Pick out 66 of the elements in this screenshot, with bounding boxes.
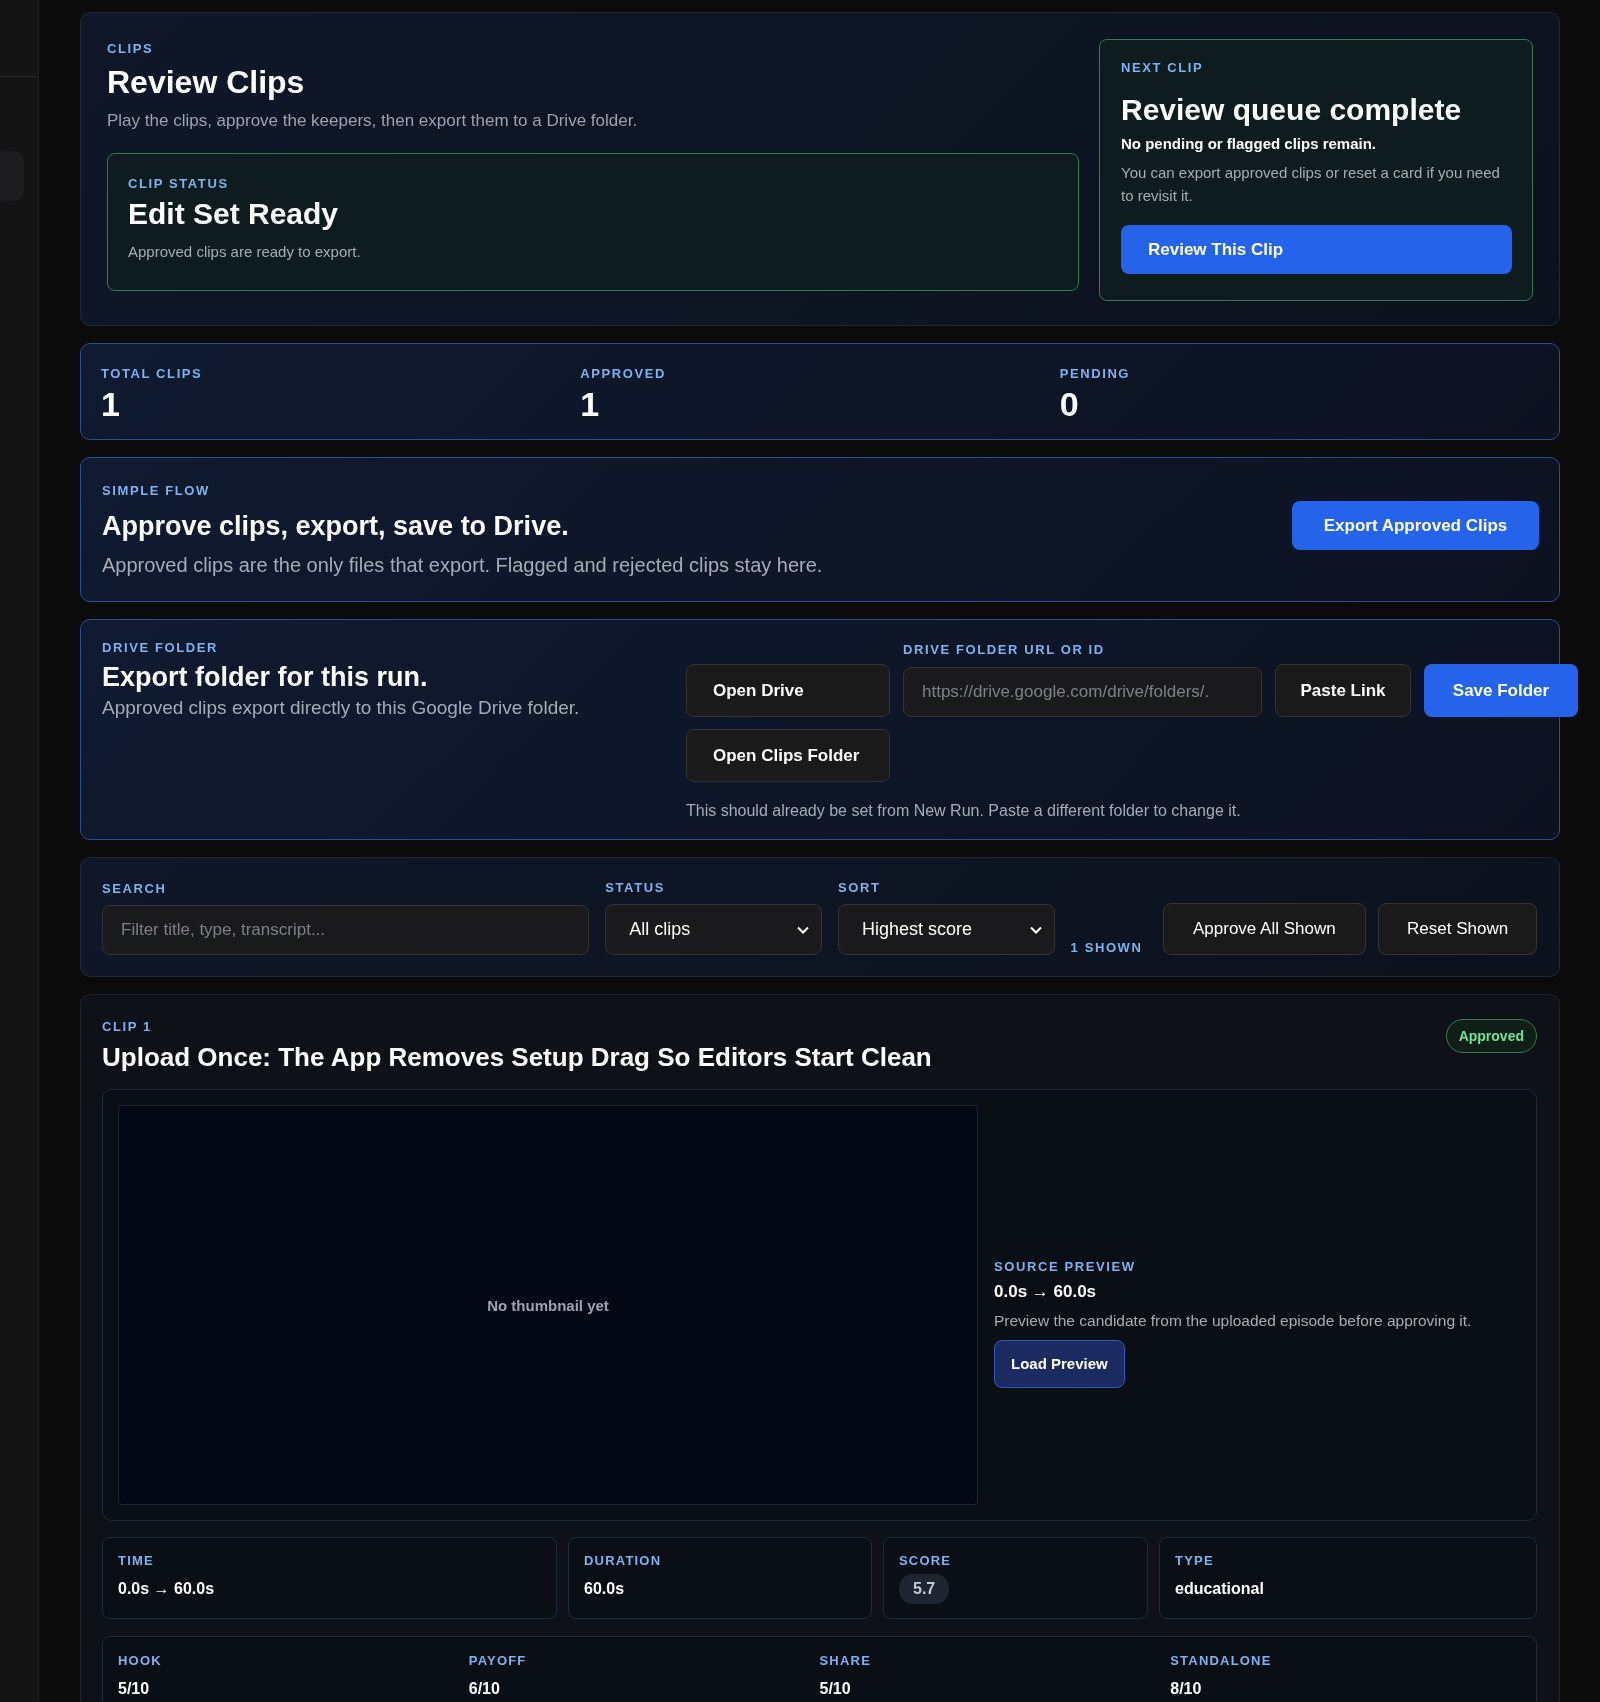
stat-label: TOTAL CLIPS [101,366,204,381]
next-clip-label: NEXT CLIP [1121,60,1205,75]
flow-title: Approve clips, export, save to Drive. [102,510,570,542]
preview-range: 0.0s → 60.0s [994,1281,1098,1302]
search-label: SEARCH [102,881,168,896]
status-badge: Approved [1445,1019,1537,1053]
score-value: 5/10 [118,1680,151,1698]
fact-label: TYPE [1175,1553,1215,1568]
score-label: HOOK [118,1653,163,1668]
chevron-icon [796,925,809,934]
status-label: CLIP STATUS [128,176,230,191]
stat-value: 1 [580,385,601,424]
fact-label: SCORE [899,1553,953,1568]
next-clip-subtitle: No pending or flagged clips remain. [1121,135,1378,152]
fact-label: TIME [118,1553,155,1568]
chevron-icon [1029,925,1042,934]
status-filter-label: STATUS [605,880,666,895]
next-clip-title: Review queue complete [1121,93,1463,127]
status-title: Edit Set Ready [128,197,340,231]
drive-text: Approved clips export directly to this Google Drive folder. [102,697,581,719]
stat-label: APPROVED [580,366,668,381]
fact-value: 0.0s → 60.0s [118,1580,216,1598]
fact-value: 60.0s [584,1580,626,1598]
drive-hint: This should already be set from New Run. Paste a different folder to change it. [686,802,1242,820]
field-label: DRIVE FOLDER URL OR ID [903,642,1106,657]
review-clip-button[interactable]: Review This Clip [1121,225,1512,274]
preview-label: SOURCE PREVIEW [994,1258,1137,1274]
open-drive-button[interactable]: Open Drive [686,664,890,717]
page-subtitle: Play the clips, approve the keepers, then export them to a Drive folder. [107,111,639,131]
stat-value: 1 [101,385,121,424]
open-clips-folder-button[interactable]: Open Clips Folder [686,729,890,782]
preview-text: Preview the candidate from the uploaded episode before approving it. [994,1311,1472,1330]
flow-label: SIMPLE FLOW [102,482,211,498]
save-folder-button[interactable]: Save Folder [1424,664,1578,717]
status-text: Approved clips are ready to export. [128,242,362,262]
bulk-action-button[interactable]: Reset Shown [1378,903,1537,955]
thumbnail-text: No thumbnail yet [487,1296,609,1314]
score-value: 5/10 [819,1680,852,1698]
score-value: 8/10 [1170,1680,1203,1698]
bulk-action-button[interactable]: Approve All Shown [1162,903,1367,955]
shown-count: 1 SHOWN [1070,940,1144,955]
score-label: SHARE [819,1653,872,1668]
page-title: Review Clips [107,64,306,101]
export-button[interactable]: Export Approved Clips [1292,501,1539,550]
score-label: PAYOFF [468,1653,528,1668]
section-label: CLIPS [107,41,155,56]
stat-value: 0 [1059,385,1080,424]
sort-label: SORT [837,880,882,895]
flow-text: Approved clips are the only files that export. Flagged and rejected clips stay here. [102,553,823,577]
fact-value: educational [1175,1580,1265,1598]
sort-select[interactable]: Highest score [837,904,1055,955]
fact-label: DURATION [584,1553,663,1568]
folder-url-field[interactable]: https://drive.google.com/drive/folders/. [903,667,1262,717]
drive-label: DRIVE FOLDER [102,640,219,655]
status-select[interactable]: All clips [605,904,822,955]
next-clip-text: You can export approved clips or reset a card if you need to revisit it. [1121,163,1501,206]
paste-link-button[interactable]: Paste Link [1275,664,1411,717]
score-value: 6/10 [468,1680,501,1698]
stat-label: PENDING [1059,366,1132,381]
score-pill: 5.7 [899,1574,950,1604]
load-preview-button[interactable]: Load Preview [994,1339,1125,1388]
clip-label: CLIP 1 [102,1019,153,1034]
drive-title: Export folder for this run. [102,662,429,693]
score-label: STANDALONE [1170,1653,1273,1668]
search-field[interactable]: Filter title, type, transcript... [102,905,590,955]
clip-title: Upload Once: The App Removes Setup Drag So Editors Start Clean [102,1042,932,1073]
